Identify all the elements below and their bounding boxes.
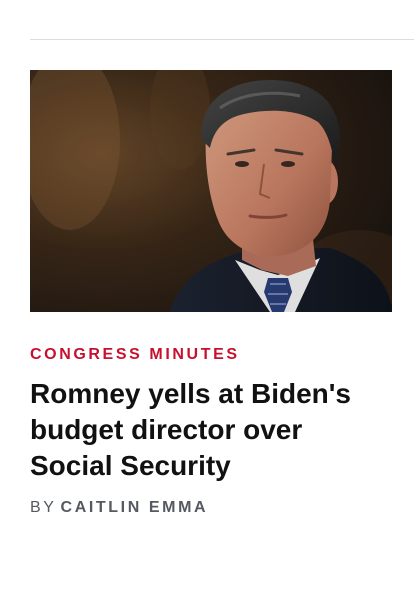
article-card: CONGRESS MINUTES Romney yells at Biden's… xyxy=(30,70,392,518)
headline-link[interactable]: Romney yells at Biden's budget director … xyxy=(30,378,351,481)
article-headline: Romney yells at Biden's budget director … xyxy=(30,376,370,484)
article-photo[interactable] xyxy=(30,70,392,312)
byline-prefix: BY xyxy=(30,499,57,516)
top-divider xyxy=(30,39,414,40)
author-link[interactable]: CAITLIN EMMA xyxy=(61,499,209,516)
article-card-page: CONGRESS MINUTES Romney yells at Biden's… xyxy=(0,0,414,594)
category-label[interactable]: CONGRESS MINUTES xyxy=(30,346,240,364)
byline: BY CAITLIN EMMA xyxy=(30,498,392,518)
